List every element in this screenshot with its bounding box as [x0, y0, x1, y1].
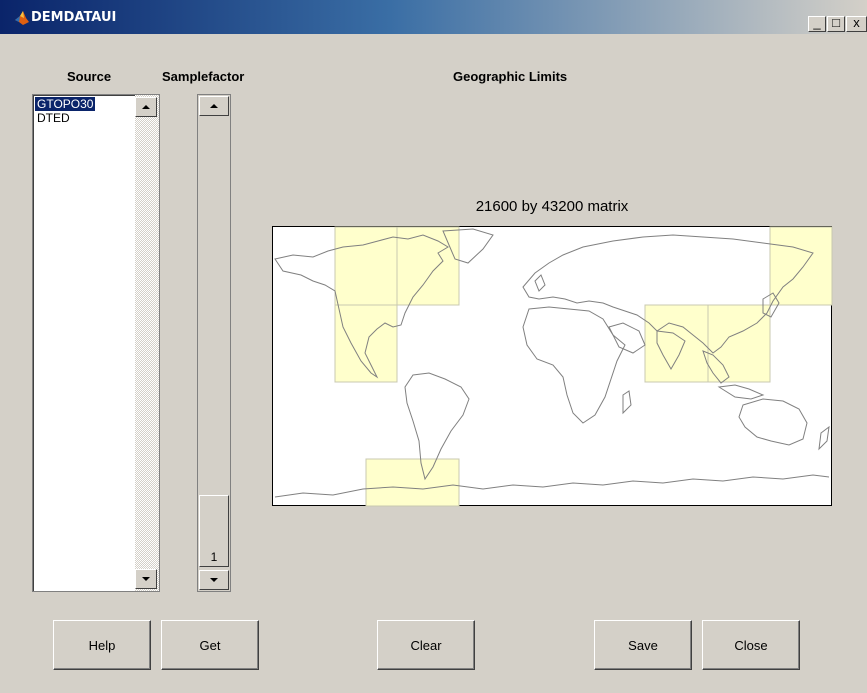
samplefactor-value: 1	[210, 550, 218, 564]
clear-button[interactable]: Clear	[377, 620, 475, 670]
list-item-dted[interactable]: DTED	[35, 111, 72, 125]
source-listbox[interactable]: GTOPO30 DTED	[32, 94, 160, 592]
arrow-down-icon	[142, 577, 150, 581]
get-button[interactable]: Get	[161, 620, 259, 670]
arrow-up-icon	[210, 104, 218, 108]
world-map[interactable]	[273, 226, 833, 507]
arrow-up-icon	[142, 105, 150, 109]
samplefactor-label: Samplefactor	[162, 69, 245, 84]
coastline-antarctica	[274, 474, 830, 498]
coverage-tile[interactable]	[769, 226, 833, 306]
coverage-tile[interactable]	[707, 304, 771, 383]
matrix-size-caption: 21600 by 43200 matrix	[475, 198, 629, 215]
scroll-down-button[interactable]	[135, 569, 157, 589]
close-button[interactable]: Close	[702, 620, 800, 670]
coastline-indonesia	[717, 384, 765, 400]
geographic-limits-label: Geographic Limits	[453, 69, 568, 84]
list-item-gtopo30[interactable]: GTOPO30	[35, 97, 96, 111]
save-button[interactable]: Save	[594, 620, 692, 670]
window-title: DEMDATAUI	[31, 10, 117, 25]
matlab-logo-icon	[15, 11, 29, 25]
coverage-tile[interactable]	[365, 458, 460, 507]
samplefactor-slider[interactable]: 1	[197, 94, 231, 592]
coastline-uk	[534, 274, 546, 292]
coverage-tile[interactable]	[644, 304, 709, 383]
coverage-tiles	[334, 226, 833, 507]
source-label: Source	[67, 69, 112, 84]
close-window-button[interactable]: x	[846, 16, 867, 32]
help-button[interactable]: Help	[53, 620, 151, 670]
title-bar: DEMDATAUI _ □ x	[0, 0, 867, 34]
listbox-scrollbar[interactable]	[135, 95, 159, 591]
maximize-button[interactable]: □	[827, 16, 845, 32]
coastline-arabia	[608, 322, 646, 354]
coastline-africa	[522, 306, 626, 424]
arrow-down-icon	[210, 578, 218, 582]
minimize-button[interactable]: _	[808, 16, 826, 32]
coverage-tile[interactable]	[334, 304, 398, 383]
coastline-madagascar	[622, 390, 632, 415]
coastline-australia	[738, 398, 808, 446]
slider-down-button[interactable]	[199, 570, 229, 590]
geographic-limits-map[interactable]	[272, 226, 833, 507]
slider-up-button[interactable]	[199, 96, 229, 116]
scroll-up-button[interactable]	[135, 97, 157, 117]
coastline-new-zealand	[818, 425, 830, 451]
